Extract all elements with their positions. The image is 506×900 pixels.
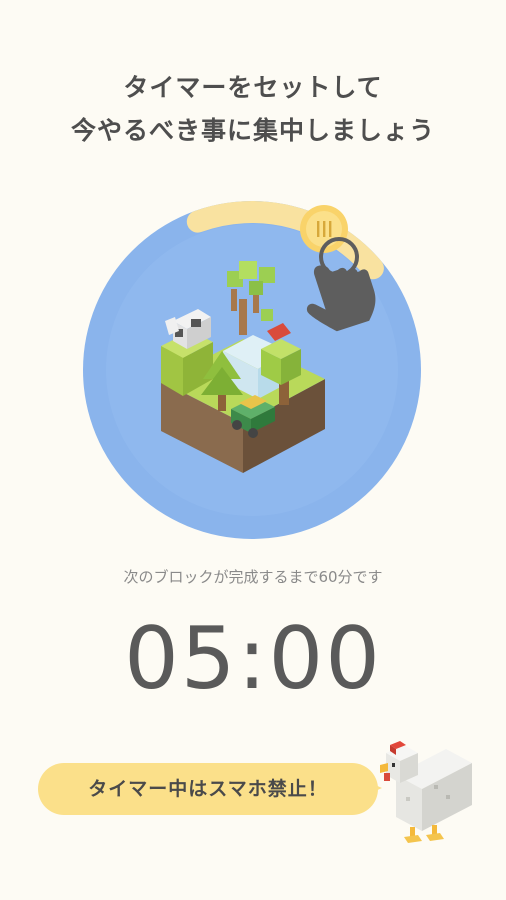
headline: タイマーをセットして 今やるべき事に集中しましょう [0, 66, 506, 152]
timer-display: 05:00 [124, 609, 382, 709]
next-block-message: 次のブロックが完成するまで60分です [123, 568, 383, 586]
headline-line-2: 今やるべき事に集中しましょう [70, 116, 435, 145]
warning-text: タイマー中はスマホ禁止！ [88, 778, 328, 800]
headline-line-1: タイマーをセットして [123, 73, 383, 102]
timer-dial[interactable] [83, 201, 421, 539]
voxel-chicken-icon [380, 741, 472, 843]
grip-lines-icon [317, 221, 332, 237]
